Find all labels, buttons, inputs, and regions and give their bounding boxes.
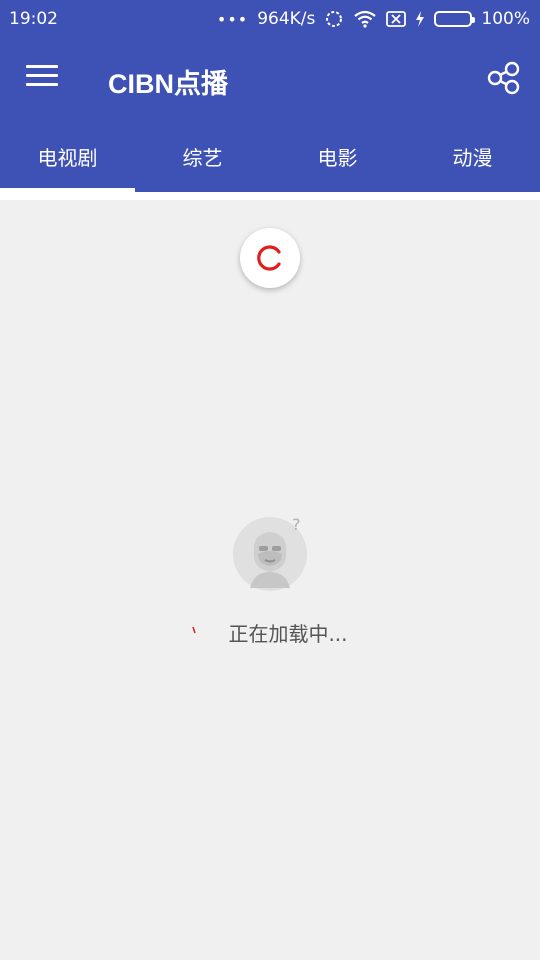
battery-percent: 100% — [481, 9, 530, 29]
pull-refresh-spinner — [240, 228, 300, 288]
app-title: CIBN点播 — [108, 69, 228, 99]
refresh-spinner-icon — [257, 245, 281, 271]
sim-x-icon — [386, 10, 407, 28]
category-tabs: 电视剧 综艺 电影 动漫 — [0, 120, 540, 192]
app-bar: CIBN点播 — [0, 38, 540, 120]
wifi-icon — [353, 10, 377, 28]
sync-icon — [324, 9, 344, 29]
charging-icon — [415, 10, 425, 28]
tab-divider — [0, 192, 540, 200]
hamburger-menu-icon[interactable] — [26, 65, 58, 91]
tab-anime[interactable]: 动漫 — [405, 120, 540, 192]
loading-text: 正在加载中... — [228, 622, 348, 646]
tab-movies[interactable]: 电影 — [270, 120, 405, 192]
share-icon[interactable] — [486, 60, 522, 96]
loading-mascot-icon: ? — [232, 515, 308, 592]
status-icons: ••• 964K/s 100% — [217, 9, 530, 29]
status-bar: 19:02 ••• 964K/s 100% — [0, 0, 540, 38]
battery-icon — [434, 11, 476, 27]
svg-text:?: ? — [292, 516, 301, 534]
more-notifications-icon: ••• — [216, 9, 249, 29]
status-time: 19:02 — [9, 9, 58, 29]
network-speed: 964K/s — [257, 9, 316, 29]
tab-variety[interactable]: 综艺 — [135, 120, 270, 192]
tab-tv-series[interactable]: 电视剧 — [0, 120, 135, 192]
